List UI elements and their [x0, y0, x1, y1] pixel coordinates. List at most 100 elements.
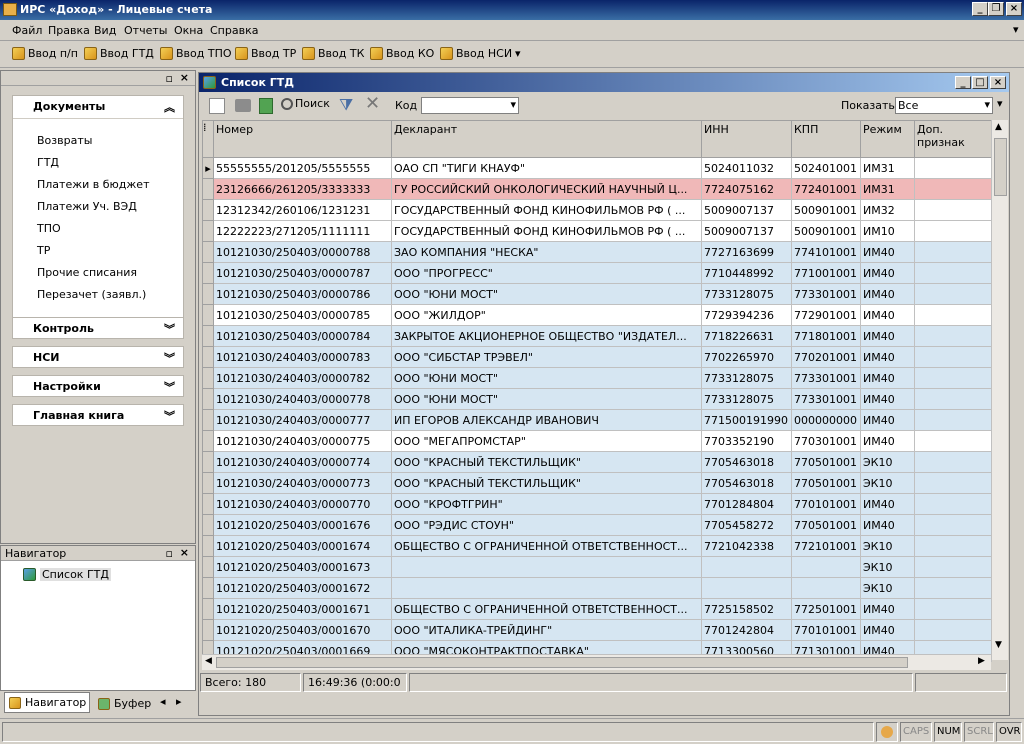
cell-declarant[interactable]	[391, 577, 702, 599]
table-row[interactable]: 10121020/250403/0001670 ООО "ИТАЛИКА-ТРЕЙ…	[202, 619, 992, 641]
gtd-maximize-button[interactable]: □	[972, 76, 988, 89]
input-tpo-button[interactable]: Ввод ТПО	[160, 47, 232, 60]
cell-number[interactable]: 10121030/240403/0000775	[213, 430, 392, 452]
nav-item-tpo[interactable]: ТПО	[37, 222, 61, 235]
pin-icon[interactable]: ▫	[166, 547, 173, 560]
cell-declarant[interactable]: ОБЩЕСТВО С ОГРАНИЧЕННОЙ ОТВЕТСТВЕННОСТ..…	[391, 535, 702, 557]
row-indicator[interactable]	[202, 325, 214, 347]
cell-mode[interactable]: ИМ40	[860, 304, 915, 326]
horizontal-scrollbar[interactable]: ◀ ▶	[202, 654, 991, 670]
cell-kpp[interactable]: 770101001	[791, 493, 861, 515]
expand-icon[interactable]: ︾	[164, 321, 175, 337]
cell-declarant[interactable]: ООО "МЕГАПРОМСТАР"	[391, 430, 702, 452]
cell-declarant[interactable]: ООО "КРОФТГРИН"	[391, 493, 702, 515]
cell-declarant[interactable]: ООО "ЮНИ МОСТ"	[391, 283, 702, 305]
cell-declarant[interactable]: ООО "КРАСНЫЙ ТЕКСТИЛЬЩИК"	[391, 472, 702, 494]
cell-kpp[interactable]: 773301001	[791, 283, 861, 305]
cell-inn[interactable]: 7733128075	[701, 367, 792, 389]
cell-inn[interactable]: 7701284804	[701, 493, 792, 515]
collapse-icon[interactable]: ︽	[164, 99, 175, 115]
cell-mode[interactable]: ИМ40	[860, 262, 915, 284]
scroll-left-icon[interactable]: ◀	[205, 656, 212, 666]
cell-kpp[interactable]: 772501001	[791, 598, 861, 620]
cell-number[interactable]: 10121020/250403/0001672	[213, 577, 392, 599]
search-button[interactable]: Поиск	[281, 97, 330, 110]
cell-declarant[interactable]: ГОСУДАРСТВЕННЫЙ ФОНД КИНОФИЛЬМОВ РФ ( ..…	[391, 199, 702, 221]
table-row[interactable]: 10121030/240403/0000778 ООО "ЮНИ МОСТ" 773…	[202, 388, 992, 410]
table-row[interactable]: 10121030/250403/0000787 ООО "ПРОГРЕСС" 771…	[202, 262, 992, 284]
nav-item-gtd[interactable]: ГТД	[37, 156, 59, 169]
menu-chevron-icon[interactable]: ▾	[1013, 23, 1019, 36]
cell-extra[interactable]	[914, 157, 992, 179]
column-header-kpp[interactable]: КПП	[791, 120, 861, 158]
cell-number[interactable]: 10121020/250403/0001671	[213, 598, 392, 620]
section-control[interactable]: Контроль ︾	[12, 317, 184, 339]
gtd-minimize-button[interactable]: _	[955, 76, 971, 89]
cell-extra[interactable]	[914, 619, 992, 641]
scroll-right-icon[interactable]: ▶	[978, 656, 985, 666]
cell-extra[interactable]	[914, 367, 992, 389]
cell-inn[interactable]: 5009007137	[701, 220, 792, 242]
table-row[interactable]: 10121030/240403/0000783 ООО "СИБСТАР ТРЭВ…	[202, 346, 992, 368]
menu-file[interactable]: Файл	[12, 24, 42, 37]
cell-extra[interactable]	[914, 283, 992, 305]
cell-mode[interactable]: ИМ40	[860, 619, 915, 641]
tab-navigator[interactable]: Навигатор	[4, 692, 90, 713]
table-row[interactable]: 10121020/250403/0001674 ОБЩЕСТВО С ОГРАНИ…	[202, 535, 992, 557]
table-row[interactable]: 10121030/250403/0000786 ООО "ЮНИ МОСТ" 773…	[202, 283, 992, 305]
cell-inn[interactable]: 771500191990	[701, 409, 792, 431]
menu-help[interactable]: Справка	[210, 24, 258, 37]
cell-number[interactable]: 10121030/240403/0000777	[213, 409, 392, 431]
row-indicator[interactable]	[202, 199, 214, 221]
cell-kpp[interactable]	[791, 577, 861, 599]
cell-kpp[interactable]: 500901001	[791, 199, 861, 221]
refresh-icon[interactable]	[259, 98, 273, 114]
close-panel-icon[interactable]: ×	[180, 71, 189, 84]
table-row[interactable]: 10121020/250403/0001671 ОБЩЕСТВО С ОГРАНИ…	[202, 598, 992, 620]
cell-declarant[interactable]: ООО "ЖИЛДОР"	[391, 304, 702, 326]
cell-inn[interactable]: 5024011032	[701, 157, 792, 179]
cell-number[interactable]: 23126666/261205/3333333	[213, 178, 392, 200]
cell-mode[interactable]: ИМ40	[860, 514, 915, 536]
row-indicator[interactable]	[202, 619, 214, 641]
cell-inn[interactable]: 7701242804	[701, 619, 792, 641]
row-indicator[interactable]	[202, 346, 214, 368]
cell-number[interactable]: 10121030/250403/0000786	[213, 283, 392, 305]
show-select[interactable]: Все ▾	[895, 97, 993, 114]
cell-number[interactable]: 10121020/250403/0001674	[213, 535, 392, 557]
table-row[interactable]: 10121030/250403/0000784 ЗАКРЫТОЕ АКЦИОНЕР…	[202, 325, 992, 347]
expand-icon[interactable]: ︾	[164, 350, 175, 366]
row-indicator[interactable]	[202, 304, 214, 326]
cell-extra[interactable]	[914, 325, 992, 347]
cell-kpp[interactable]: 772401001	[791, 178, 861, 200]
cell-mode[interactable]: ЭК10	[860, 451, 915, 473]
cell-extra[interactable]	[914, 304, 992, 326]
cell-inn[interactable]: 7729394236	[701, 304, 792, 326]
cell-extra[interactable]	[914, 514, 992, 536]
input-ko-button[interactable]: Ввод КО	[370, 47, 434, 60]
cell-number[interactable]: 10121020/250403/0001673	[213, 556, 392, 578]
table-row[interactable]: 10121020/250403/0001676 ООО "РЭДИС СТОУН"…	[202, 514, 992, 536]
cell-extra[interactable]	[914, 199, 992, 221]
menu-windows[interactable]: Окна	[174, 24, 203, 37]
cell-mode[interactable]: ИМ31	[860, 178, 915, 200]
cell-mode[interactable]: ИМ40	[860, 388, 915, 410]
cell-kpp[interactable]: 773301001	[791, 367, 861, 389]
cell-inn[interactable]: 7727163699	[701, 241, 792, 263]
table-row[interactable]: 10121030/240403/0000782 ООО "ЮНИ МОСТ" 773…	[202, 367, 992, 389]
section-documents[interactable]: Документы ︽ Возвраты ГТД Платежи в бюджет…	[12, 95, 184, 321]
cell-extra[interactable]	[914, 241, 992, 263]
cell-declarant[interactable]: ЗАКРЫТОЕ АКЦИОНЕРНОЕ ОБЩЕСТВО "ИЗДАТЕЛ..…	[391, 325, 702, 347]
cell-kpp[interactable]: 772101001	[791, 535, 861, 557]
cell-mode[interactable]: ИМ40	[860, 409, 915, 431]
cell-extra[interactable]	[914, 577, 992, 599]
vertical-scrollbar[interactable]: ▲ ▼	[991, 120, 1008, 660]
cell-number[interactable]: 12222223/271205/1111111	[213, 220, 392, 242]
column-header-extra[interactable]: Доп. признак	[914, 120, 992, 158]
menu-edit[interactable]: Правка	[48, 24, 90, 37]
cell-kpp[interactable]: 770201001	[791, 346, 861, 368]
cell-inn[interactable]: 7733128075	[701, 388, 792, 410]
cell-declarant[interactable]: ООО "СИБСТАР ТРЭВЕЛ"	[391, 346, 702, 368]
clear-filter-icon[interactable]: ✕	[365, 93, 380, 114]
cell-number[interactable]: 12312342/260106/1231231	[213, 199, 392, 221]
